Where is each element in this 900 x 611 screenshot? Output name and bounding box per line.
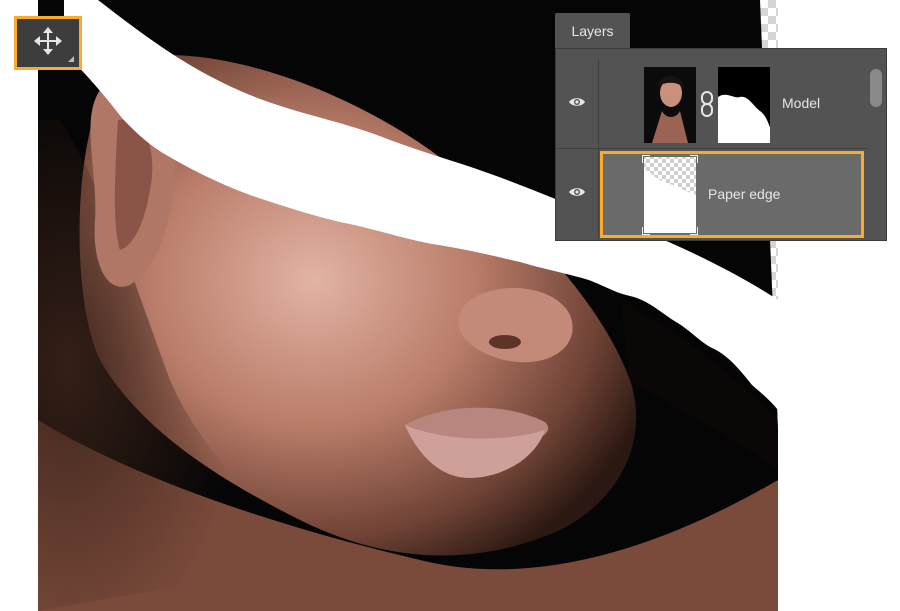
layer-visibility-toggle-paper-edge[interactable] [556,149,599,239]
layer-name-model: Model [782,95,821,111]
layers-panel: Model Paper edge [555,48,887,241]
eye-icon [568,185,586,203]
layer-visibility-toggle-model[interactable] [556,59,599,148]
layers-panel-tab[interactable]: Layers [555,13,630,49]
mask-link-icon[interactable] [700,89,714,119]
layer-thumbnail-model[interactable] [644,67,696,143]
layer-thumbnail-paper-edge[interactable] [641,154,699,236]
eye-icon [568,95,586,113]
layer-name-paper-edge: Paper edge [708,186,781,202]
tool-flyout-indicator-icon [68,56,74,62]
scrollbar-thumb[interactable] [870,69,882,107]
layer-mask-thumbnail-model[interactable] [718,67,770,143]
layer-row-paper-edge[interactable]: Paper edge [556,149,868,239]
layers-tab-label: Layers [571,23,614,39]
move-icon [33,26,63,61]
layers-scrollbar[interactable] [866,59,886,239]
move-tool-button[interactable] [14,16,82,70]
layer-row-model[interactable]: Model [556,59,868,149]
